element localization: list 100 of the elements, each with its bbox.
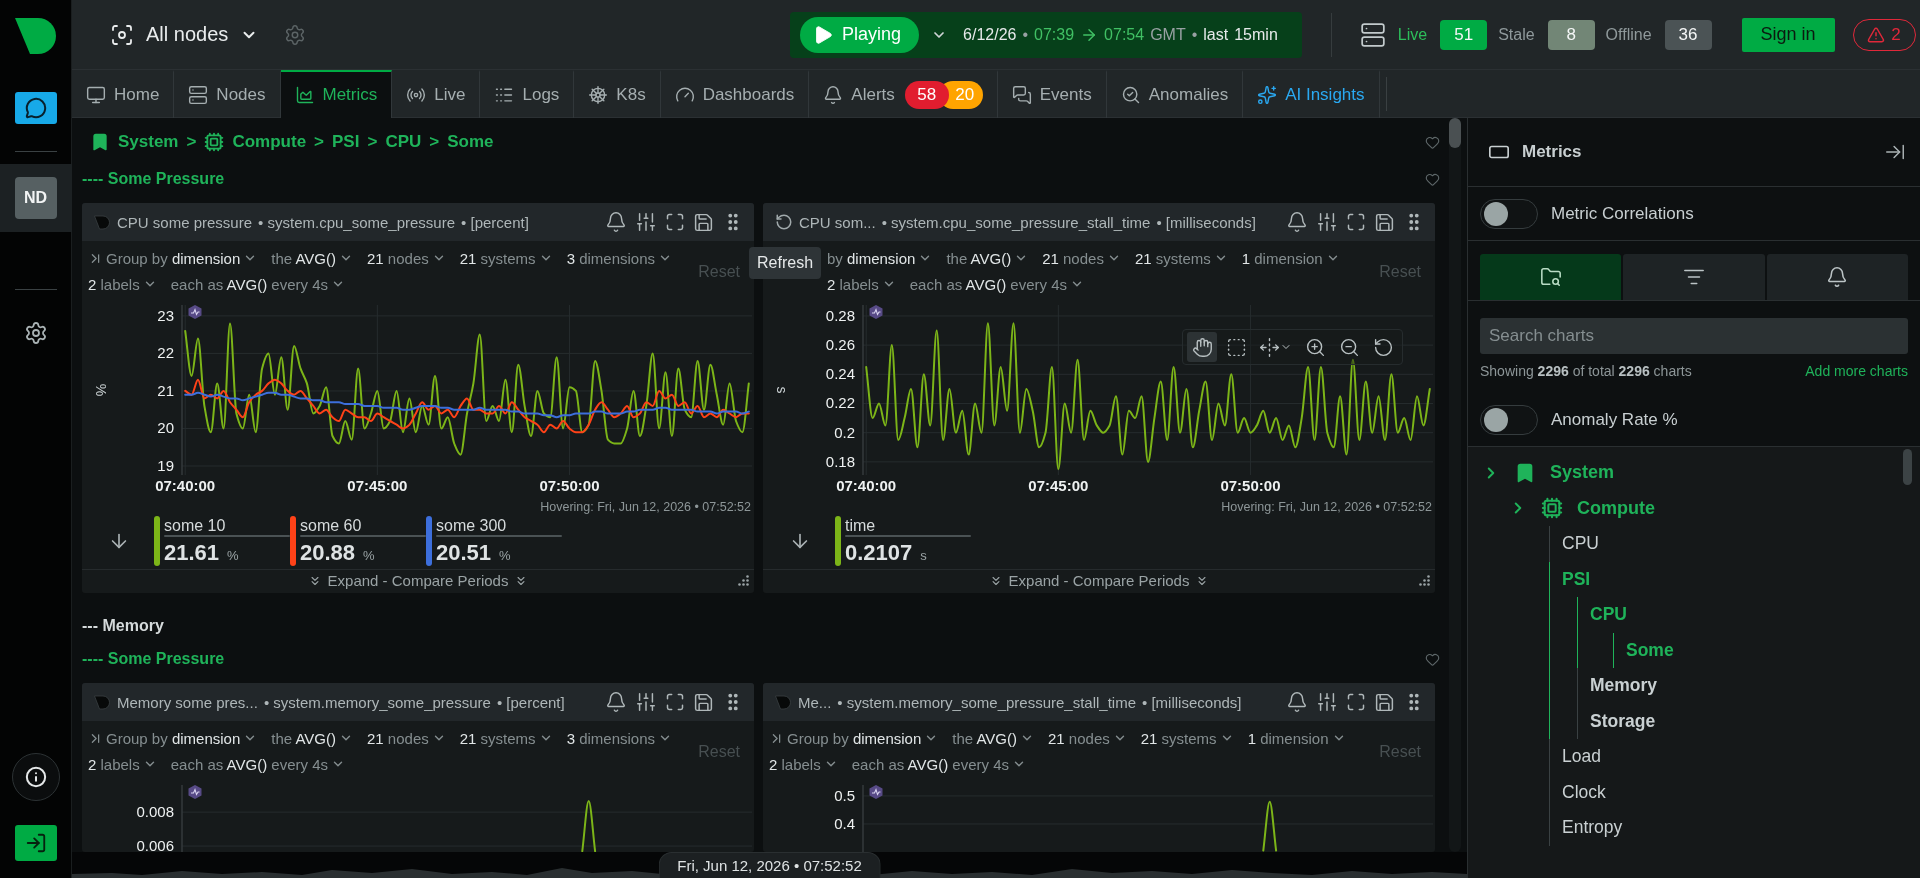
anomaly-badge-icon <box>869 785 883 799</box>
tab[interactable]: Anomalies <box>1106 70 1244 118</box>
expand-button[interactable]: Expand - Compare Periods <box>988 572 1210 589</box>
dropdown-button[interactable]: the AVG() <box>952 729 1034 747</box>
tree-item[interactable]: Storage <box>1590 710 1656 732</box>
dropdown-button[interactable]: 21 systems <box>459 249 553 267</box>
tree-item[interactable]: Compute <box>1509 497 1655 520</box>
dropdown-button[interactable]: 2 labels <box>88 275 157 293</box>
dropdown-button[interactable]: 21 systems <box>1134 249 1228 267</box>
count-badge: 36 <box>1664 19 1712 50</box>
add-charts-link[interactable]: Add more charts <box>1805 363 1908 379</box>
dropdown-button[interactable]: 21 systems <box>459 729 553 747</box>
dropdown-button[interactable]: 1 dimension <box>1241 249 1340 267</box>
breadcrumb-link[interactable]: System <box>118 132 179 152</box>
dropdown-button[interactable]: 21 nodes <box>367 729 446 747</box>
sliders-icon[interactable] <box>635 691 657 713</box>
bell-icon[interactable] <box>1286 211 1308 233</box>
sliders-icon[interactable] <box>1316 691 1338 713</box>
dropdown-button[interactable]: 21 systems <box>1140 729 1234 747</box>
tree-item[interactable]: Memory <box>1590 675 1658 697</box>
timeframe-text: • <box>1191 25 1198 44</box>
heart-icon[interactable] <box>1425 651 1440 667</box>
dropdown-button[interactable]: 21 nodes <box>1048 729 1127 747</box>
tree-item[interactable]: Some <box>1626 639 1674 661</box>
timeframe-text: 15min <box>1234 25 1278 44</box>
tree-item[interactable]: Clock <box>1562 781 1606 803</box>
sliders-icon[interactable] <box>1316 211 1338 233</box>
dropdown-button[interactable]: 3 dimensions <box>566 729 672 747</box>
tab[interactable]: Events <box>997 70 1107 118</box>
tab[interactable]: Alerts 58 20 <box>809 70 998 118</box>
dropdown-button[interactable]: by dimension <box>827 249 933 267</box>
axis-tick-label: 23 <box>157 306 174 324</box>
dropdown-button[interactable]: Group by dimension <box>769 729 939 747</box>
tree-item[interactable]: System <box>1482 461 1615 484</box>
dropdown-button[interactable]: 2 labels <box>88 755 157 773</box>
dropdown-button[interactable]: 2 labels <box>827 275 896 293</box>
sliders-icon[interactable] <box>635 211 657 233</box>
settings-icon[interactable] <box>23 321 48 345</box>
dropdown-button[interactable]: 3 dimensions <box>566 249 672 267</box>
dropdown-button[interactable]: each as AVG() every 4s <box>851 755 1026 773</box>
expand-icon[interactable] <box>665 212 685 232</box>
dashed-square-icon <box>1225 336 1247 358</box>
bell-icon[interactable] <box>605 211 627 233</box>
pan-button[interactable] <box>1187 332 1217 362</box>
bell-icon[interactable] <box>1286 691 1308 713</box>
expand-icon[interactable] <box>665 692 685 712</box>
dropdown-button[interactable]: 21 nodes <box>1042 249 1121 267</box>
tree-item[interactable]: Entropy <box>1562 817 1623 839</box>
dropdown-button[interactable]: 2 labels <box>769 755 838 773</box>
app-logo[interactable] <box>14 18 57 54</box>
dropdown-button[interactable]: each as AVG() every 4s <box>170 755 345 773</box>
tab[interactable]: Dashboards <box>660 70 810 118</box>
tree-item[interactable]: CPU <box>1562 533 1599 555</box>
dropdown-button[interactable]: 21 nodes <box>367 249 446 267</box>
dropdown-button[interactable]: each as AVG() every 4s <box>170 275 345 293</box>
heart-icon[interactable] <box>1425 171 1440 187</box>
dropdown-button[interactable]: the AVG() <box>271 729 353 747</box>
legend-name: time <box>845 516 877 535</box>
dropdown-button[interactable]: the AVG() <box>946 249 1029 267</box>
search-field[interactable]: Search charts <box>1480 318 1908 354</box>
tab[interactable]: Home <box>72 70 175 118</box>
breadcrumb-link[interactable]: Some <box>447 132 494 152</box>
breadcrumb-link[interactable]: PSI <box>332 132 360 152</box>
tree-item[interactable]: PSI <box>1562 568 1591 590</box>
resize-grip-icon[interactable] <box>1419 575 1430 586</box>
scrollbar-thumb[interactable] <box>1903 449 1912 485</box>
breadcrumb-separator: > <box>314 132 325 152</box>
breadcrumb-link[interactable]: Compute <box>232 132 307 152</box>
tree-item[interactable]: Load <box>1562 746 1601 768</box>
bell-icon[interactable] <box>605 691 627 713</box>
toggle-switch[interactable] <box>1480 404 1538 435</box>
tab[interactable]: Logs <box>480 70 575 118</box>
breadcrumb-link[interactable]: CPU <box>385 132 422 152</box>
expand-icon[interactable] <box>1346 692 1366 712</box>
info-button[interactable] <box>11 753 60 801</box>
toggle-switch[interactable] <box>1480 198 1538 229</box>
axis-tick-label: 0.24 <box>825 365 855 383</box>
tab[interactable]: Metrics <box>280 70 393 118</box>
space-selector[interactable]: All nodes <box>110 22 259 47</box>
sign-in-button[interactable]: Sign in <box>1741 17 1835 52</box>
tab[interactable]: Nodes <box>174 70 281 118</box>
dropdown-button[interactable]: Group by dimension <box>88 729 258 747</box>
dropdown-button[interactable]: 1 dimension <box>1247 729 1346 747</box>
dropdown-button[interactable]: the AVG() <box>271 249 353 267</box>
login-button[interactable] <box>14 825 57 861</box>
expand-button[interactable]: Expand - Compare Periods <box>307 572 529 589</box>
resize-grip-icon[interactable] <box>738 575 749 586</box>
tab[interactable]: K8s <box>574 70 661 118</box>
axis-tick-label: 0.008 <box>136 803 174 821</box>
chat-button[interactable] <box>14 92 57 124</box>
dropdown-button[interactable]: each as AVG() every 4s <box>909 275 1084 293</box>
tree-item[interactable]: CPU <box>1590 604 1627 626</box>
heart-icon[interactable] <box>1425 134 1440 150</box>
refresh-icon[interactable] <box>775 213 793 231</box>
tab[interactable]: Live <box>392 70 481 118</box>
tab[interactable]: AI Insights <box>1243 70 1380 118</box>
workspace-button[interactable]: ND <box>0 164 72 232</box>
expand-icon[interactable] <box>1346 212 1366 232</box>
scrollbar-thumb[interactable] <box>1449 118 1461 148</box>
dropdown-button[interactable]: Group by dimension <box>88 249 258 267</box>
